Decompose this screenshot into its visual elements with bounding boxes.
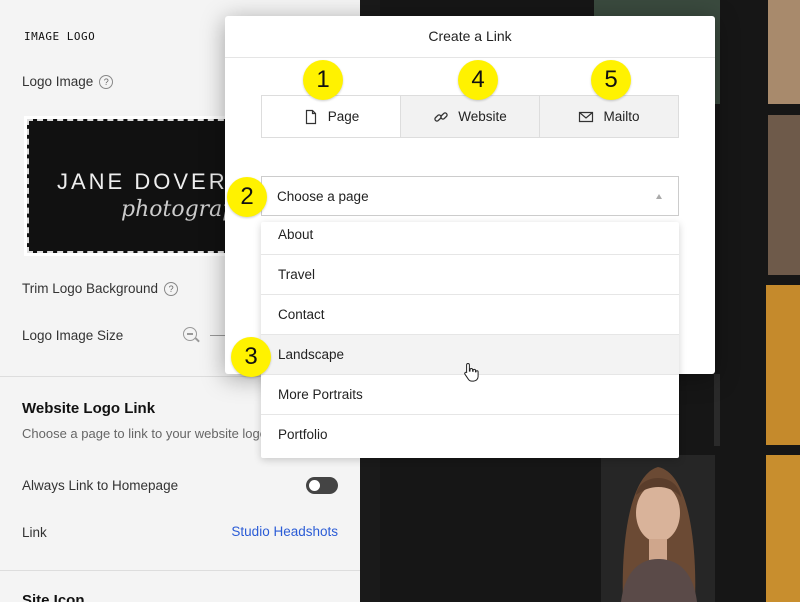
website-logo-link-title: Website Logo Link xyxy=(22,400,156,417)
photo xyxy=(766,455,800,602)
help-icon[interactable]: ? xyxy=(164,282,179,296)
logo-image-label: Logo Image xyxy=(22,74,94,89)
tab-page[interactable]: Page xyxy=(262,96,400,137)
page-dropdown-list: About Travel Contact Landscape More Port… xyxy=(261,222,679,458)
trim-logo-label: Trim Logo Background xyxy=(22,281,159,296)
logo-image-row: Logo Image? xyxy=(22,74,114,89)
divider xyxy=(0,570,360,571)
link-value[interactable]: Studio Headshots xyxy=(231,524,338,539)
dropdown-option-portfolio[interactable]: Portfolio xyxy=(261,414,679,454)
mail-icon xyxy=(579,111,594,122)
portrait-illustration xyxy=(601,455,715,602)
photo xyxy=(768,0,800,104)
dropdown-option-about[interactable]: About xyxy=(261,222,679,254)
toggle-knob xyxy=(309,480,320,491)
help-icon[interactable]: ? xyxy=(99,75,114,89)
link-icon xyxy=(434,111,448,122)
step-badge-5: 5 xyxy=(591,60,631,100)
step-badge-4: 4 xyxy=(458,60,498,100)
site-icon-title: Site Icon xyxy=(22,592,85,602)
tab-mailto[interactable]: Mailto xyxy=(539,96,678,137)
photo xyxy=(766,285,800,445)
tab-page-label: Page xyxy=(327,109,360,124)
portrait-photo xyxy=(601,455,715,602)
page-select-placeholder: Choose a page xyxy=(277,189,369,204)
tab-website-label: Website xyxy=(458,109,507,124)
zoom-out-icon[interactable] xyxy=(183,327,197,341)
step-badge-1: 1 xyxy=(303,60,343,100)
step-badge-3: 3 xyxy=(231,337,271,377)
dropdown-option-contact[interactable]: Contact xyxy=(261,294,679,334)
page-select[interactable]: Choose a page xyxy=(261,176,679,216)
step-badge-2: 2 xyxy=(227,177,267,217)
tab-mailto-label: Mailto xyxy=(603,109,640,124)
website-logo-link-description: Choose a page to link to your website lo… xyxy=(22,426,267,441)
link-type-tabs: Page Website Mailto xyxy=(261,95,679,138)
dropdown-option-travel[interactable]: Travel xyxy=(261,254,679,294)
always-link-toggle[interactable] xyxy=(306,477,338,494)
dialog-title: Create a Link xyxy=(225,16,715,58)
hand-cursor-icon xyxy=(464,362,479,382)
photo xyxy=(768,115,800,275)
caret-up-icon xyxy=(656,194,662,199)
tab-website[interactable]: Website xyxy=(400,96,539,137)
always-link-label: Always Link to Homepage xyxy=(22,478,179,493)
page-icon xyxy=(305,109,316,124)
trim-logo-row: Trim Logo Background? xyxy=(22,281,179,296)
link-label: Link xyxy=(22,525,47,540)
photo xyxy=(714,374,720,446)
logo-name-text: JANE DOVERC xyxy=(57,169,247,194)
logo-size-label: Logo Image Size xyxy=(22,328,124,343)
image-logo-heading: IMAGE LOGO xyxy=(24,30,96,43)
